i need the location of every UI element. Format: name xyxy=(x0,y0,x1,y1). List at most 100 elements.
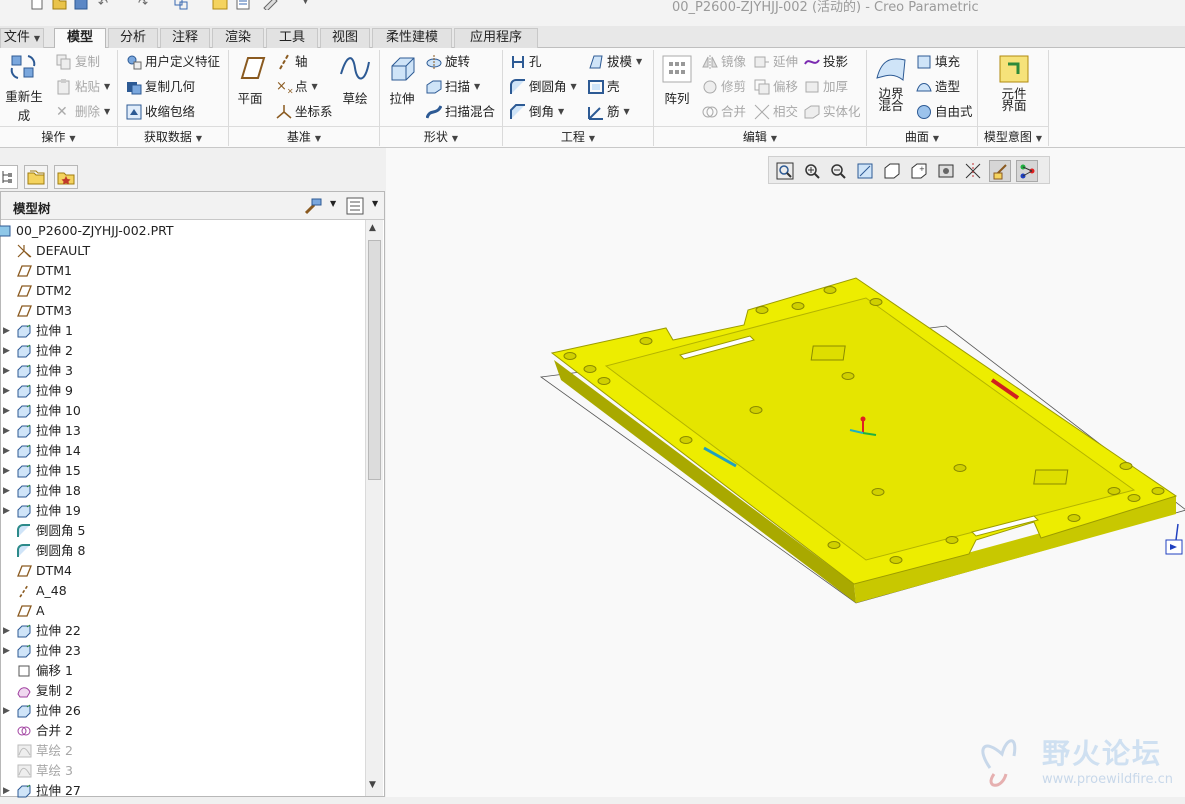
expand-arrow-icon[interactable]: ▶ xyxy=(3,381,10,401)
repaint-icon[interactable] xyxy=(854,160,876,182)
expand-arrow-icon[interactable]: ▶ xyxy=(3,321,10,341)
save-icon[interactable] xyxy=(74,0,88,10)
tab-applications[interactable]: 应用程序 xyxy=(454,28,538,48)
group-operations[interactable]: 操作 ▼ xyxy=(0,126,117,146)
toolbar-dropdown-icon[interactable]: ▼ xyxy=(302,0,316,10)
datum-tag-icon[interactable] xyxy=(1165,523,1183,555)
zoom-out-icon[interactable] xyxy=(827,160,849,182)
tab-render[interactable]: 渲染 xyxy=(212,28,264,48)
style-button[interactable]: 造型 xyxy=(916,77,960,97)
hole-button[interactable]: 孔 xyxy=(510,52,542,72)
group-editing[interactable]: 编辑 ▼ xyxy=(654,126,866,146)
redo-icon[interactable]: ↷ xyxy=(138,0,152,10)
refit-icon[interactable] xyxy=(774,160,796,182)
scroll-down-icon[interactable]: ▼ xyxy=(369,780,376,790)
group-shapes[interactable]: 形状 ▼ xyxy=(380,126,502,146)
tab-analysis[interactable]: 分析 xyxy=(108,28,158,48)
model-tree-tab-icon[interactable] xyxy=(0,165,18,189)
expand-arrow-icon[interactable]: ▶ xyxy=(3,781,10,801)
paste-button[interactable]: 粘贴 ▼ xyxy=(56,77,110,97)
extend-button[interactable]: 延伸 xyxy=(754,52,798,72)
tab-model[interactable]: 模型 xyxy=(54,28,106,49)
sketch-button[interactable]: 草绘 xyxy=(336,54,374,107)
expand-arrow-icon[interactable]: ▶ xyxy=(3,361,10,381)
extrude-button[interactable]: 拉伸 xyxy=(384,54,420,107)
project-button[interactable]: 投影 xyxy=(804,52,848,72)
point-button[interactable]: ×× 点 ▼ xyxy=(276,77,318,97)
chamfer-button[interactable]: 倒角 ▼ xyxy=(510,102,564,122)
window-icon[interactable] xyxy=(212,0,228,10)
swept-blend-button[interactable]: 扫描混合 xyxy=(425,102,495,122)
spin-center-icon[interactable] xyxy=(1016,160,1038,182)
expand-arrow-icon[interactable]: ▶ xyxy=(3,621,10,641)
display-style-icon[interactable] xyxy=(881,160,903,182)
view-manager-icon[interactable] xyxy=(935,160,957,182)
offset-button[interactable]: 偏移 xyxy=(754,77,798,97)
group-get-data[interactable]: 获取数据 ▼ xyxy=(118,126,228,146)
component-interface-button[interactable]: 元件 界面 xyxy=(994,54,1034,112)
regenerate-quick-icon[interactable] xyxy=(174,0,188,10)
round-button[interactable]: 倒圆角 ▼ xyxy=(510,77,577,97)
expand-arrow-icon[interactable]: ▶ xyxy=(3,421,10,441)
pattern-button[interactable]: 阵列 xyxy=(658,54,696,107)
zoom-in-icon[interactable] xyxy=(801,160,823,182)
group-engineering[interactable]: 工程 ▼ xyxy=(503,126,653,146)
fill-button[interactable]: 填充 xyxy=(916,52,960,72)
group-model-intent[interactable]: 模型意图 ▼ xyxy=(978,126,1048,146)
tab-view[interactable]: 视图 xyxy=(320,28,370,48)
expand-arrow-icon[interactable]: ▶ xyxy=(3,441,10,461)
undo-icon[interactable]: ↶ xyxy=(98,0,112,10)
expand-arrow-icon[interactable]: ▶ xyxy=(3,341,10,361)
group-datum[interactable]: 基准 ▼ xyxy=(229,126,379,146)
copy-button[interactable]: 复制 xyxy=(56,52,100,72)
copy-geometry-button[interactable]: 复制几何 xyxy=(126,77,195,97)
axis-button[interactable]: 轴 xyxy=(276,52,308,72)
delete-button[interactable]: ✕ 删除 ▼ xyxy=(56,102,110,122)
favorites-tab-icon[interactable] xyxy=(54,165,78,189)
scroll-thumb[interactable] xyxy=(368,240,381,480)
tree-settings-icon[interactable] xyxy=(303,197,323,215)
expand-arrow-icon[interactable]: ▶ xyxy=(3,401,10,421)
graphics-window[interactable]: 野火论坛 www.proewildfire.cn xyxy=(386,148,1185,797)
open-file-icon[interactable] xyxy=(52,0,67,10)
sweep-button[interactable]: 扫描 ▼ xyxy=(426,77,480,97)
tree-settings-dropdown-icon[interactable]: ▼ xyxy=(330,199,336,208)
tab-tools[interactable]: 工具 xyxy=(266,28,318,48)
boundary-blend-button[interactable]: 边界 混合 xyxy=(872,54,910,112)
regenerate-button[interactable]: 重新生成 xyxy=(0,52,48,124)
trim-button[interactable]: 修剪 xyxy=(702,77,746,97)
folder-browser-tab-icon[interactable] xyxy=(24,165,48,189)
mirror-button[interactable]: 镜像 xyxy=(702,52,746,72)
customize-icon[interactable] xyxy=(262,0,278,12)
draft-button[interactable]: 拔模 ▼ xyxy=(588,52,642,72)
solidify-button[interactable]: 实体化 xyxy=(804,102,861,122)
expand-arrow-icon[interactable]: ▶ xyxy=(3,701,10,721)
tree-columns-icon[interactable] xyxy=(346,197,364,215)
saved-orientations-icon[interactable]: + xyxy=(908,160,930,182)
rib-button[interactable]: 筋 ▼ xyxy=(588,102,630,122)
csys-button[interactable]: 坐标系 xyxy=(276,102,333,122)
model-tree-scrollbar[interactable]: ▲ ▼ xyxy=(365,220,383,796)
shrinkwrap-button[interactable]: 收缩包络 xyxy=(126,102,195,122)
intersect-button[interactable]: 相交 xyxy=(754,102,798,122)
file-menu[interactable]: 文件 ▼ xyxy=(0,28,44,48)
group-surfaces[interactable]: 曲面 ▼ xyxy=(867,126,977,146)
plane-button[interactable]: 平面 xyxy=(232,54,268,107)
expand-arrow-icon[interactable]: ▶ xyxy=(3,501,10,521)
tab-annotate[interactable]: 注释 xyxy=(160,28,210,48)
tree-columns-dropdown-icon[interactable]: ▼ xyxy=(372,199,378,208)
new-file-icon[interactable] xyxy=(30,0,44,10)
expand-arrow-icon[interactable]: ▶ xyxy=(3,641,10,661)
shell-button[interactable]: 壳 xyxy=(588,77,620,97)
scroll-up-icon[interactable]: ▲ xyxy=(369,223,376,233)
revolve-button[interactable]: 旋转 xyxy=(426,52,470,72)
udf-button[interactable]: 用户定义特征 xyxy=(126,52,220,72)
expand-arrow-icon[interactable]: ▶ xyxy=(3,481,10,501)
tab-flexible-modeling[interactable]: 柔性建模 xyxy=(372,28,452,48)
perspective-icon[interactable] xyxy=(962,160,984,182)
datum-display-icon[interactable] xyxy=(989,160,1011,182)
merge-button[interactable]: 合并 xyxy=(702,102,746,122)
thicken-button[interactable]: 加厚 xyxy=(804,77,848,97)
freestyle-button[interactable]: 自由式 xyxy=(916,102,973,122)
close-window-icon[interactable] xyxy=(236,0,250,10)
